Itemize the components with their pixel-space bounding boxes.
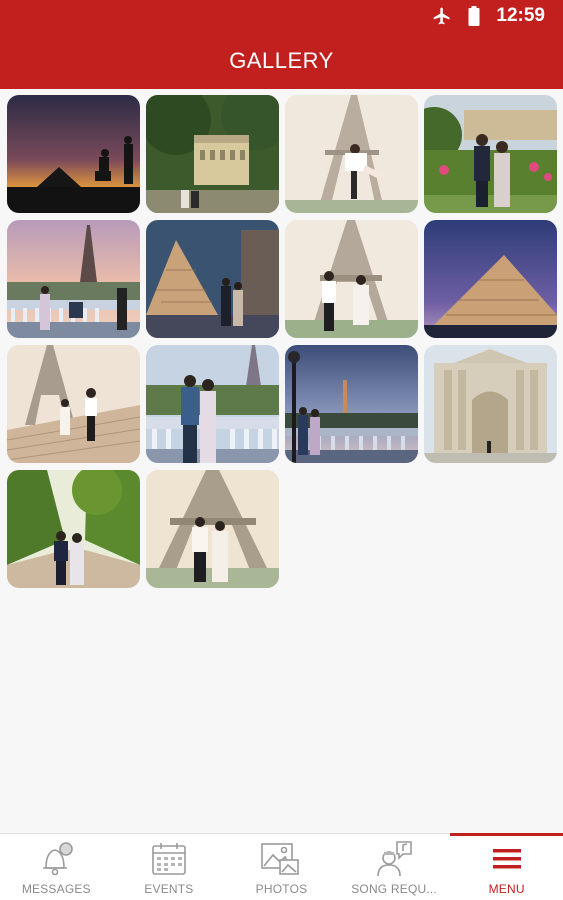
nav-messages-label: MESSAGES xyxy=(21,882,91,896)
nav-song-requests-label: SONG REQU... xyxy=(351,882,437,896)
gallery-photo-7[interactable] xyxy=(285,220,418,338)
gallery-photo-13[interactable] xyxy=(7,470,140,588)
status-bar: 12:59 xyxy=(432,5,545,27)
battery-icon xyxy=(468,6,480,26)
app-bar: 12:59 GALLERY xyxy=(0,0,563,89)
status-time: 12:59 xyxy=(496,5,545,26)
gallery-photo-11[interactable] xyxy=(285,345,418,463)
calendar-icon xyxy=(148,840,190,878)
gallery-photo-4[interactable] xyxy=(424,95,557,213)
gallery-photo-2[interactable] xyxy=(146,95,279,213)
nav-photos[interactable]: PHOTOS xyxy=(225,834,338,900)
nav-photos-label: PHOTOS xyxy=(255,882,308,896)
bell-icon xyxy=(35,840,77,878)
gallery-photo-6[interactable] xyxy=(146,220,279,338)
gallery-photo-9[interactable] xyxy=(7,345,140,463)
page-title: GALLERY xyxy=(229,48,334,73)
photos-icon xyxy=(260,840,302,878)
airplane-icon xyxy=(432,6,452,26)
gallery-photo-14[interactable] xyxy=(146,470,279,588)
nav-menu[interactable]: MENU xyxy=(450,833,563,900)
gallery-photo-1[interactable] xyxy=(7,95,140,213)
photo-grid xyxy=(7,95,559,588)
hamburger-menu-icon xyxy=(486,840,528,878)
nav-song-requests[interactable]: SONG REQU... xyxy=(338,834,451,900)
nav-menu-label: MENU xyxy=(488,882,525,896)
gallery-photo-5[interactable] xyxy=(7,220,140,338)
nav-events[interactable]: EVENTS xyxy=(113,834,226,900)
nav-messages[interactable]: MESSAGES xyxy=(0,834,113,900)
nav-events-label: EVENTS xyxy=(144,882,194,896)
bottom-navigation: MESSAGES EVENTS PHOTOS SONG REQU... MENU xyxy=(0,833,563,900)
gallery-photo-8[interactable] xyxy=(424,220,557,338)
gallery-photo-3[interactable] xyxy=(285,95,418,213)
gallery-photo-12[interactable] xyxy=(424,345,557,463)
song-request-icon xyxy=(373,840,415,878)
gallery-photo-10[interactable] xyxy=(146,345,279,463)
